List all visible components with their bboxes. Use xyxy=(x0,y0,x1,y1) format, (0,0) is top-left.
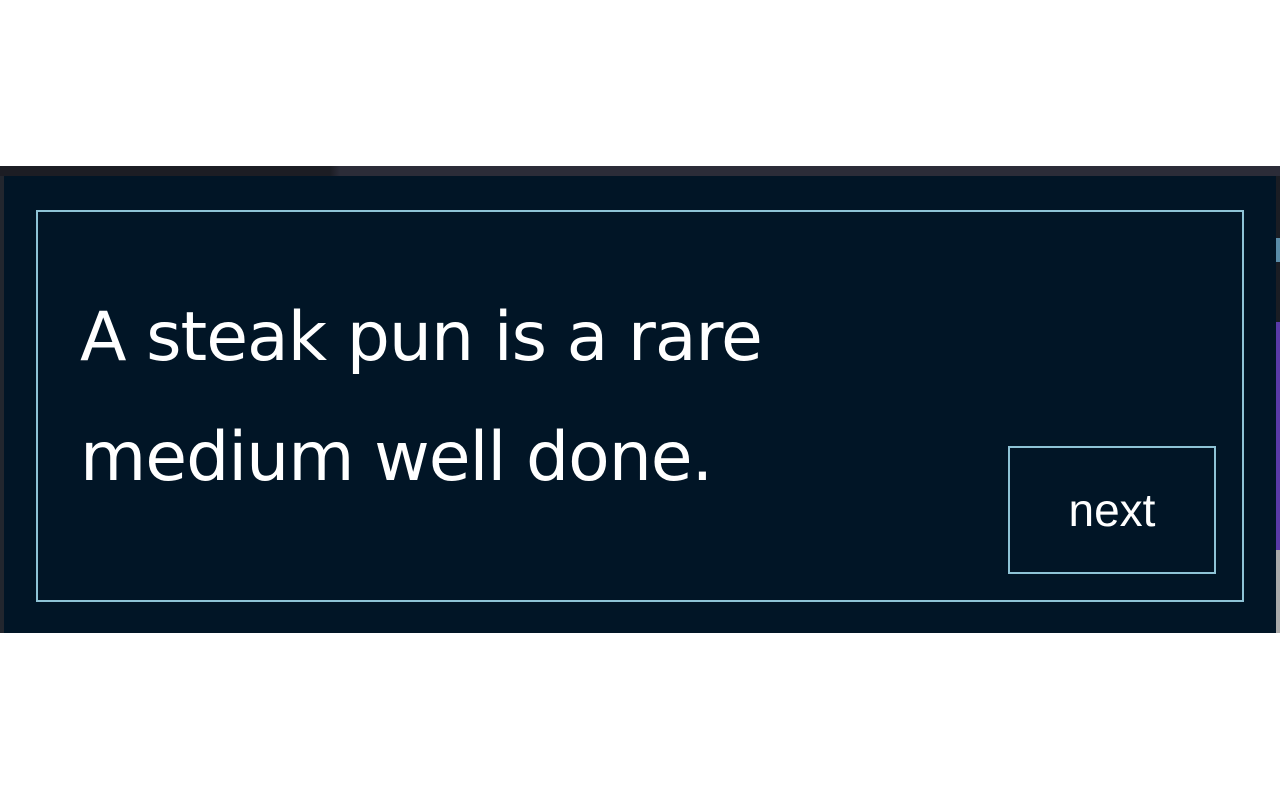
next-button[interactable]: next xyxy=(1008,446,1216,574)
right-edge-accent xyxy=(1276,238,1280,262)
right-edge-accent xyxy=(1276,550,1280,633)
right-edge-accent xyxy=(1276,322,1280,550)
left-edge xyxy=(0,176,4,633)
window-top-bar xyxy=(0,166,1280,176)
joke-text: A steak pun is a rare medium well done. xyxy=(80,298,763,497)
